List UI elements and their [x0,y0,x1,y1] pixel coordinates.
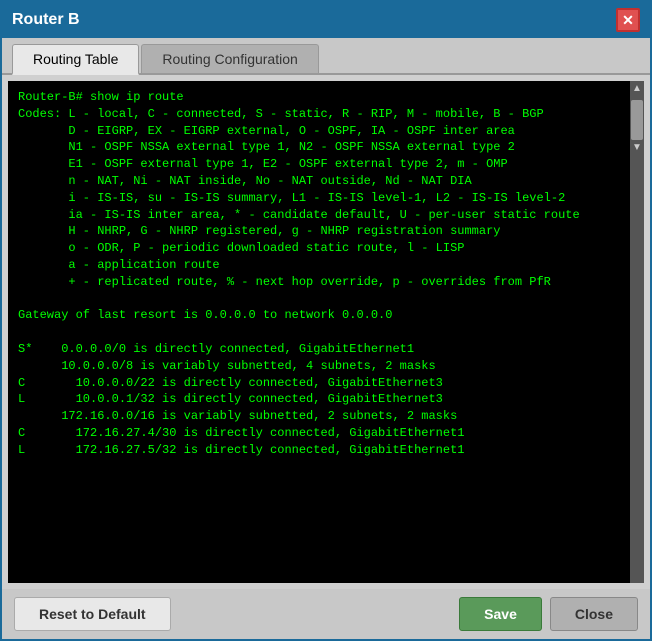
footer: Reset to Default Save Close [2,589,650,639]
save-button[interactable]: Save [459,597,542,631]
tab-routing-configuration[interactable]: Routing Configuration [141,44,318,73]
scrollbar-thumb[interactable] [631,100,643,140]
dialog-window: Router B ✕ Routing Table Routing Configu… [0,0,652,641]
terminal-output[interactable]: Router-B# show ip route Codes: L - local… [8,81,630,583]
scrollbar: ▲ ▼ [630,81,644,583]
close-button[interactable]: Close [550,597,638,631]
footer-left: Reset to Default [14,597,171,631]
scroll-down-arrow[interactable]: ▼ [630,140,644,155]
dialog-title: Router B [12,11,80,29]
reset-button[interactable]: Reset to Default [14,597,171,631]
title-bar: Router B ✕ [2,2,650,38]
title-close-button[interactable]: ✕ [616,8,640,32]
content-area: Router-B# show ip route Codes: L - local… [8,81,644,583]
footer-right: Save Close [459,597,638,631]
scroll-up-arrow[interactable]: ▲ [630,81,644,96]
tab-routing-table[interactable]: Routing Table [12,44,139,75]
tab-bar: Routing Table Routing Configuration [2,38,650,75]
